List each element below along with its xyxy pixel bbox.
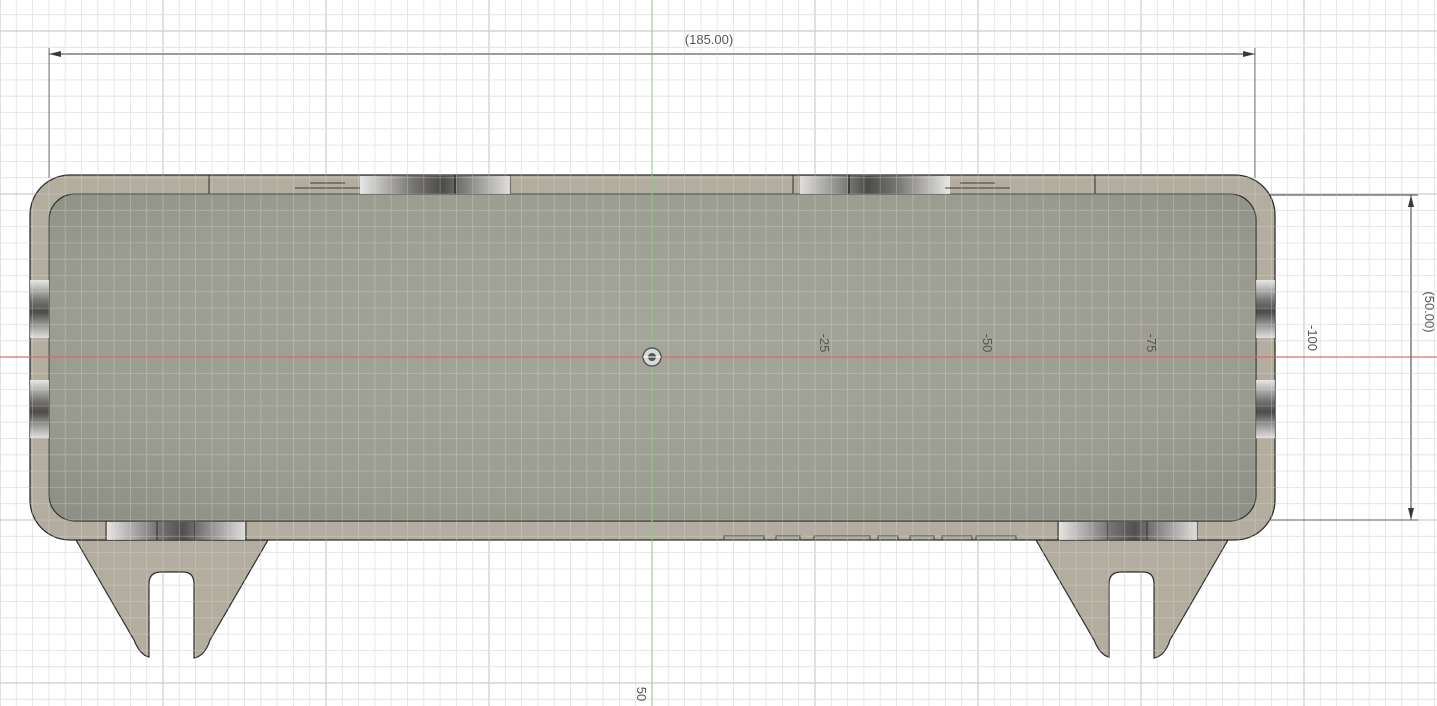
- bottom-clip-left: [107, 522, 245, 540]
- design-canvas[interactable]: (185.00) (50.00) -25 -50 -75 -100 50: [0, 0, 1437, 706]
- height-arrow-bottom-icon: [1408, 508, 1414, 520]
- height-arrow-top-icon: [1408, 195, 1414, 207]
- width-dimension-label[interactable]: (185.00): [685, 32, 733, 47]
- x-tick-minus-75: -75: [1144, 334, 1159, 353]
- right-leg[interactable]: [1034, 539, 1230, 659]
- x-tick-minus-50: -50: [980, 334, 995, 353]
- origin-icon[interactable]: [642, 347, 662, 367]
- x-tick-minus-100: -100: [1305, 325, 1320, 351]
- right-side-clip-upper: [1256, 280, 1275, 338]
- left-leg[interactable]: [74, 539, 270, 659]
- y-tick-50: 50: [634, 687, 649, 701]
- width-arrow-left-icon: [49, 51, 61, 57]
- right-side-clip-lower: [1256, 380, 1275, 438]
- x-tick-minus-25: -25: [817, 334, 832, 353]
- top-clip-left: [360, 176, 510, 194]
- width-arrow-right-icon: [1243, 51, 1255, 57]
- top-clip-right: [800, 176, 950, 194]
- bottom-clip-right: [1059, 522, 1197, 540]
